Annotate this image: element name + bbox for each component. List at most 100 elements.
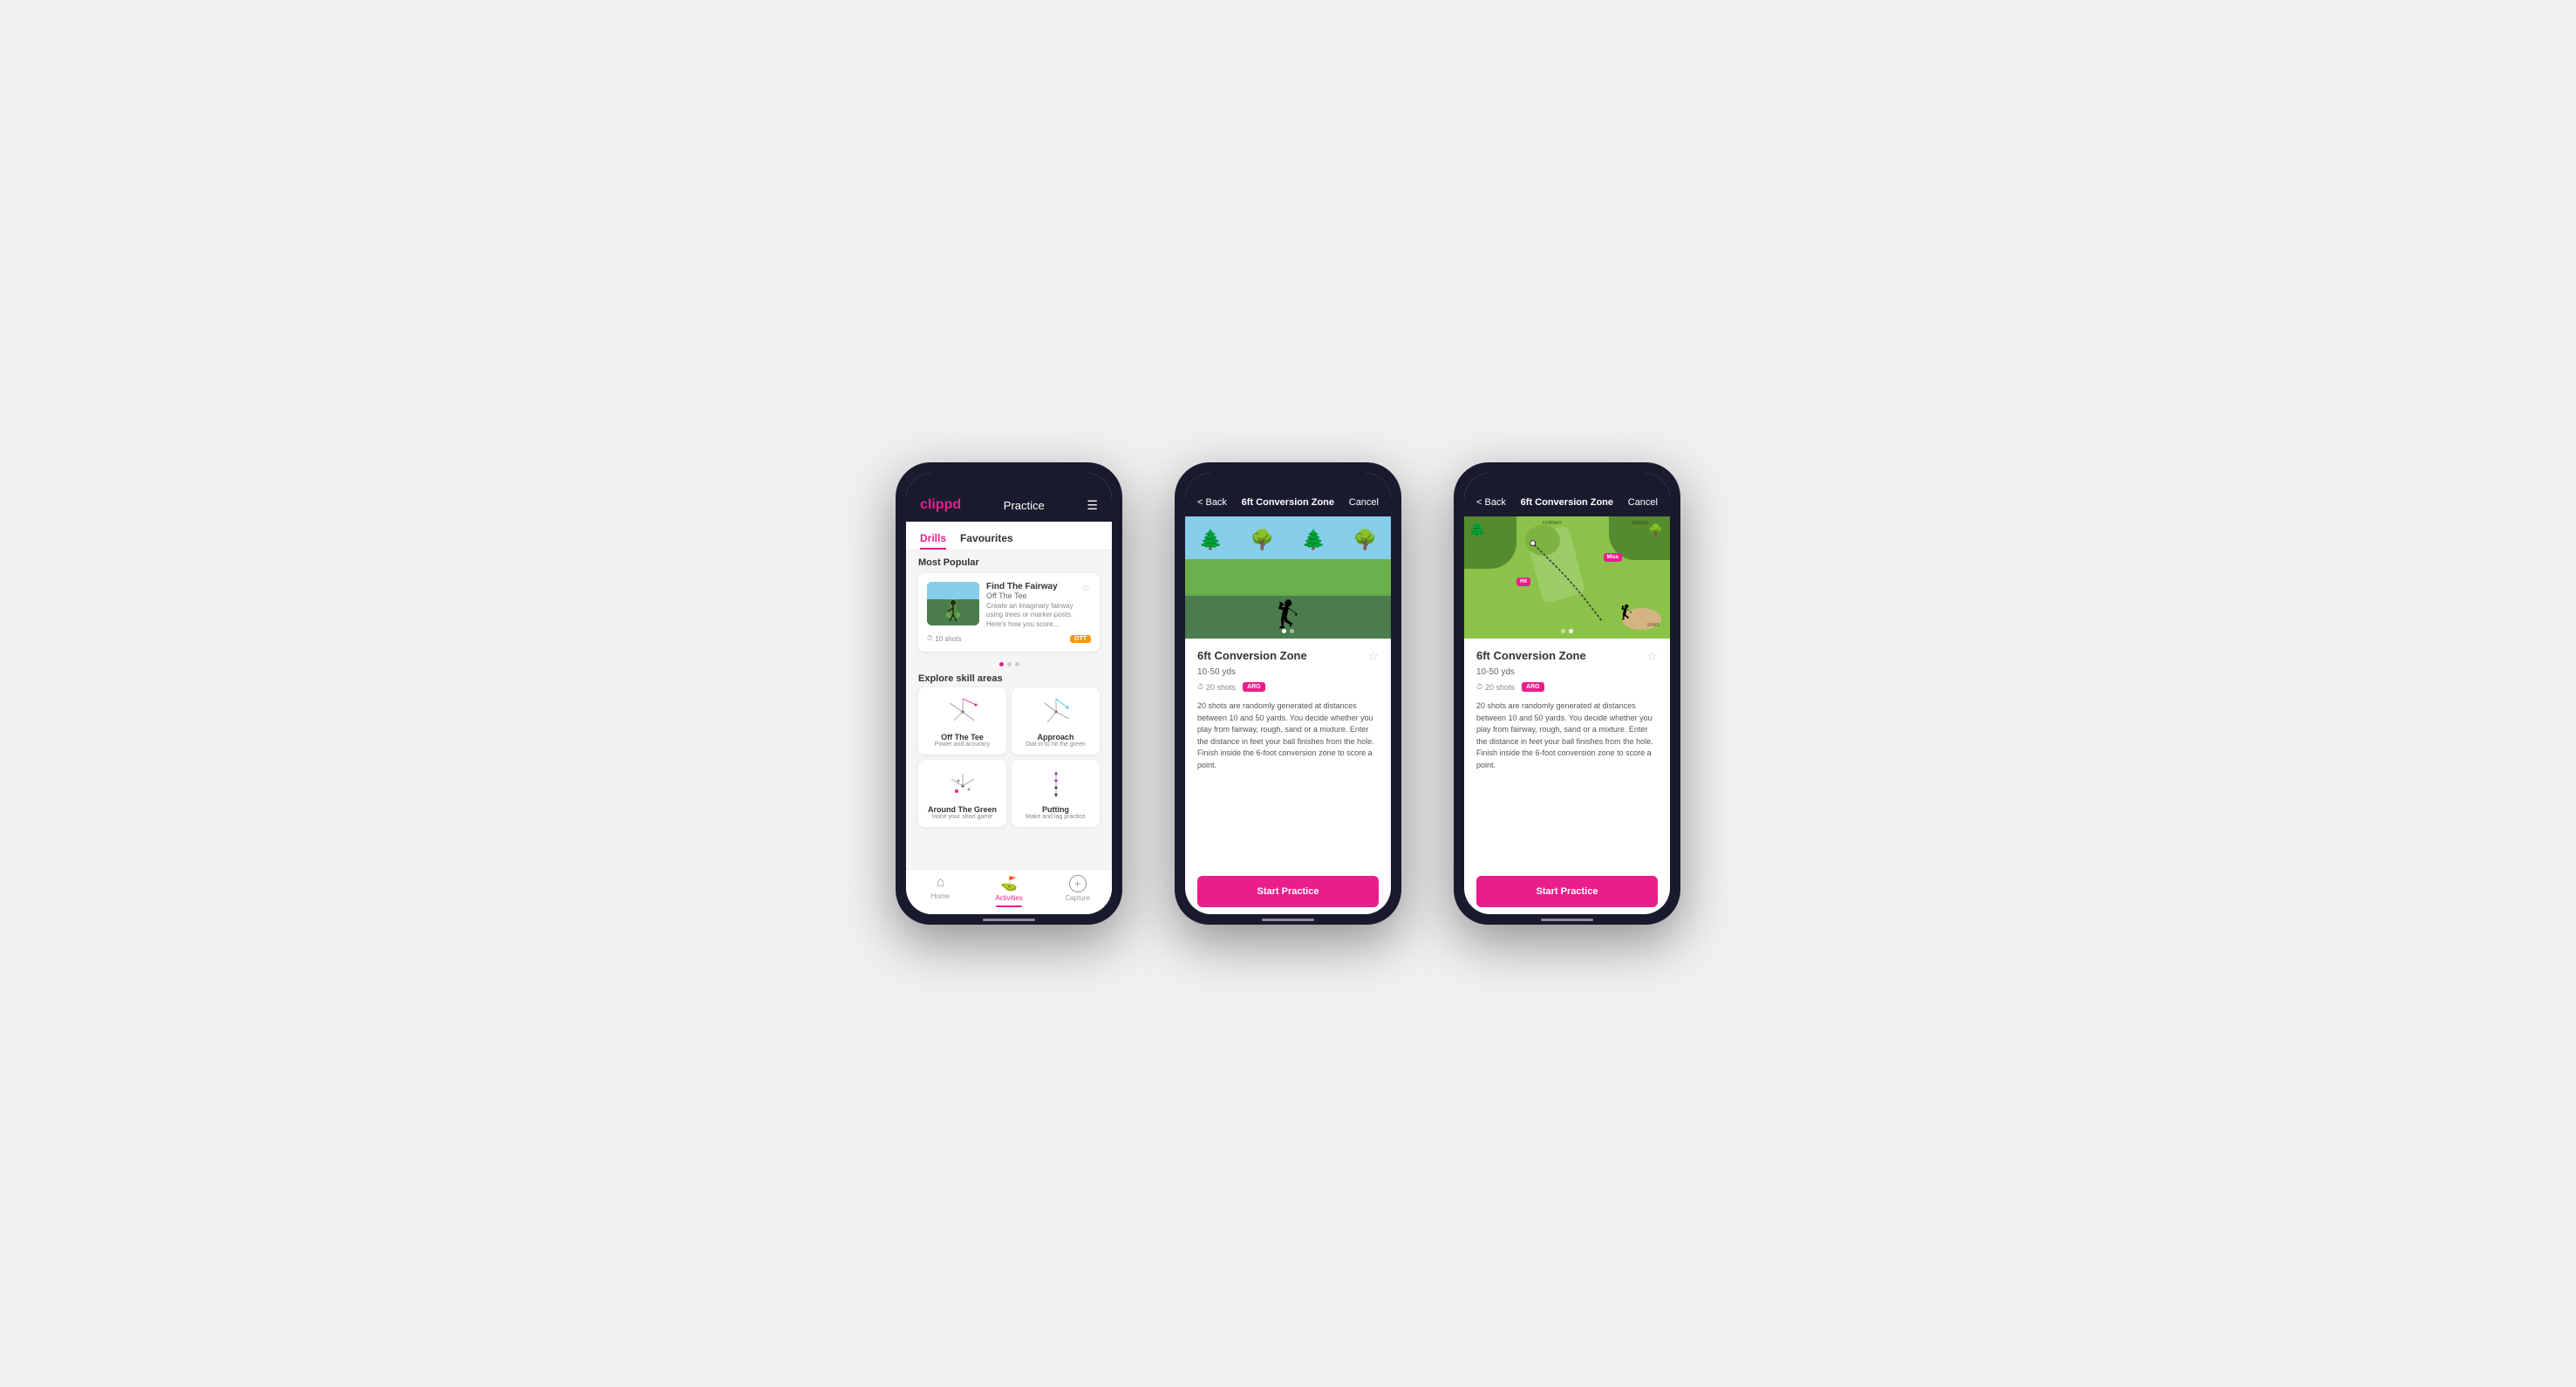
- bottom-nav: ⌂ Home ⛳ Activities + Capture: [906, 869, 1112, 914]
- phone1-content: Most Popular: [906, 550, 1112, 869]
- nav-home-label: Home: [931, 892, 950, 900]
- map-scene: 🌲 🌳 Miss Hit 🏌️ FAIRWAY ROUGH: [1464, 516, 1670, 639]
- skill-grid: Off The Tee Power and accuracy: [906, 687, 1112, 834]
- rough-label: ROUGH: [1632, 521, 1648, 526]
- phone-2: < Back 6ft Conversion Zone Cancel 🌲 🌳 🌲 …: [1175, 462, 1401, 925]
- golf-scene: 🌲 🌳 🌲 🌳 🏌️: [1185, 516, 1391, 639]
- phone1-header: clippd Practice ☰: [906, 473, 1112, 522]
- nav-activities[interactable]: ⛳ Activities: [975, 875, 1044, 907]
- skill-name-ott: Off The Tee: [941, 733, 984, 741]
- favourite-star-3[interactable]: ☆: [1646, 649, 1658, 664]
- drill-description: Create an imaginary fairway using trees …: [986, 602, 1074, 629]
- skill-card-putting[interactable]: Putting Make and lag practice: [1012, 760, 1100, 827]
- map-golfer: 🏌️: [1618, 604, 1635, 621]
- nav-activities-label: Activities: [995, 894, 1023, 902]
- shots-badge-3: ⏱ 20 shots: [1476, 682, 1515, 692]
- header-title: Practice: [1004, 499, 1045, 512]
- img-dot-2: [1290, 629, 1294, 633]
- drill-header: 6ft Conversion Zone ☆: [1197, 649, 1379, 664]
- drill-thumbnail: [927, 582, 979, 625]
- drill-tag: OTT: [1070, 635, 1091, 643]
- skill-card-atg[interactable]: Around The Green Hone your short game: [918, 760, 1006, 827]
- phone-3-screen: < Back 6ft Conversion Zone Cancel: [1464, 473, 1670, 914]
- skill-name-putting: Putting: [1042, 805, 1069, 814]
- tree-3: 🌲: [1302, 529, 1325, 551]
- skill-card-off-the-tee[interactable]: Off The Tee Power and accuracy: [918, 687, 1006, 755]
- fairway-label: FAIRWAY: [1543, 521, 1562, 526]
- sand-label: SAND: [1647, 623, 1659, 628]
- trees: 🌲 🌳 🌲 🌳: [1185, 529, 1391, 551]
- off-the-tee-icon: [941, 694, 985, 729]
- tree-4: 🌳: [1353, 529, 1377, 551]
- drill-content: 6ft Conversion Zone ☆ 10-50 yds ⏱ 20 sho…: [1185, 639, 1391, 869]
- cancel-button[interactable]: Cancel: [1349, 497, 1379, 508]
- shots-count: 20 shots: [1206, 683, 1236, 692]
- path-svg: [1464, 516, 1670, 639]
- favourite-star[interactable]: ☆: [1367, 649, 1379, 664]
- drill-card-body: Find The Fairway Off The Tee Create an i…: [986, 582, 1074, 629]
- tab-favourites[interactable]: Favourites: [960, 529, 1013, 550]
- nav-capture-label: Capture: [1065, 894, 1089, 902]
- approach-icon: [1034, 694, 1078, 729]
- skill-desc-atg: Hone your short game: [932, 814, 992, 820]
- drill-favourite-icon[interactable]: ☆: [1081, 582, 1091, 629]
- arg-tag-3: ARG: [1522, 682, 1544, 692]
- drill-range: 10-50 yds: [1197, 667, 1379, 677]
- menu-icon[interactable]: ☰: [1087, 498, 1098, 513]
- tabs-bar: Drills Favourites: [906, 522, 1112, 550]
- cancel-button-3[interactable]: Cancel: [1628, 497, 1658, 508]
- tree-2: 🌳: [1251, 529, 1274, 551]
- map-dot-2: [1569, 629, 1573, 633]
- skill-name-atg: Around The Green: [928, 805, 997, 814]
- map-dot-1: [1561, 629, 1565, 633]
- phone2-header: < Back 6ft Conversion Zone Cancel: [1185, 473, 1391, 516]
- image-dots: [1282, 629, 1294, 633]
- clock-icon: ⏱: [927, 634, 932, 643]
- drill-name-3: 6ft Conversion Zone: [1476, 649, 1586, 662]
- clock-icon-2: ⏱: [1197, 682, 1203, 692]
- drill-name: 6ft Conversion Zone: [1197, 649, 1307, 662]
- nav-home[interactable]: ⌂ Home: [906, 875, 975, 907]
- skill-name-approach: Approach: [1037, 733, 1073, 741]
- most-popular-title: Most Popular: [906, 550, 1112, 573]
- dot-3: [1015, 662, 1019, 666]
- drill-shots: ⏱ 10 shots: [927, 634, 962, 643]
- skill-desc-ott: Power and accuracy: [935, 741, 990, 748]
- drill-range-3: 10-50 yds: [1476, 667, 1658, 677]
- clock-icon-3: ⏱: [1476, 682, 1482, 692]
- atg-icon: [941, 767, 985, 802]
- shots-count-3: 20 shots: [1485, 683, 1515, 692]
- map-dots: [1561, 629, 1573, 633]
- nav-active-indicator: [996, 905, 1022, 907]
- drill-header-3: 6ft Conversion Zone ☆: [1476, 649, 1658, 664]
- dot-2: [1007, 662, 1012, 666]
- dot-1: [999, 662, 1004, 666]
- explore-title: Explore skill areas: [906, 670, 1112, 687]
- featured-drill-card[interactable]: Find The Fairway Off The Tee Create an i…: [918, 573, 1100, 652]
- nav-capture[interactable]: + Capture: [1043, 875, 1112, 907]
- back-button[interactable]: < Back: [1197, 497, 1227, 508]
- tree-1: 🌲: [1199, 529, 1223, 551]
- phone3-header-title: 6ft Conversion Zone: [1521, 497, 1613, 508]
- golf-player: 🏌️: [1271, 599, 1304, 630]
- phone-2-screen: < Back 6ft Conversion Zone Cancel 🌲 🌳 🌲 …: [1185, 473, 1391, 914]
- phone-1-screen: clippd Practice ☰ Drills Favourites Most…: [906, 473, 1112, 914]
- phones-container: clippd Practice ☰ Drills Favourites Most…: [896, 462, 1680, 925]
- drill-content-3: 6ft Conversion Zone ☆ 10-50 yds ⏱ 20 sho…: [1464, 639, 1670, 869]
- drill-subtitle: Off The Tee: [986, 591, 1074, 600]
- img-dot-1: [1282, 629, 1286, 633]
- start-practice-button[interactable]: Start Practice: [1197, 876, 1379, 907]
- card-dots: [906, 659, 1112, 670]
- phone3-header: < Back 6ft Conversion Zone Cancel: [1464, 473, 1670, 516]
- activities-icon: ⛳: [1000, 875, 1018, 892]
- skill-card-approach[interactable]: Approach Dial-in to hit the green: [1012, 687, 1100, 755]
- capture-icon: +: [1069, 875, 1087, 892]
- skill-desc-approach: Dial-in to hit the green: [1026, 741, 1085, 748]
- drill-meta: ⏱ 20 shots ARG: [1197, 682, 1379, 692]
- back-button-3[interactable]: < Back: [1476, 497, 1506, 508]
- drill-description: 20 shots are randomly generated at dista…: [1197, 700, 1379, 771]
- drill-title: Find The Fairway: [986, 582, 1074, 591]
- start-practice-button-3[interactable]: Start Practice: [1476, 876, 1658, 907]
- tab-drills[interactable]: Drills: [920, 529, 946, 550]
- arg-tag: ARG: [1243, 682, 1265, 692]
